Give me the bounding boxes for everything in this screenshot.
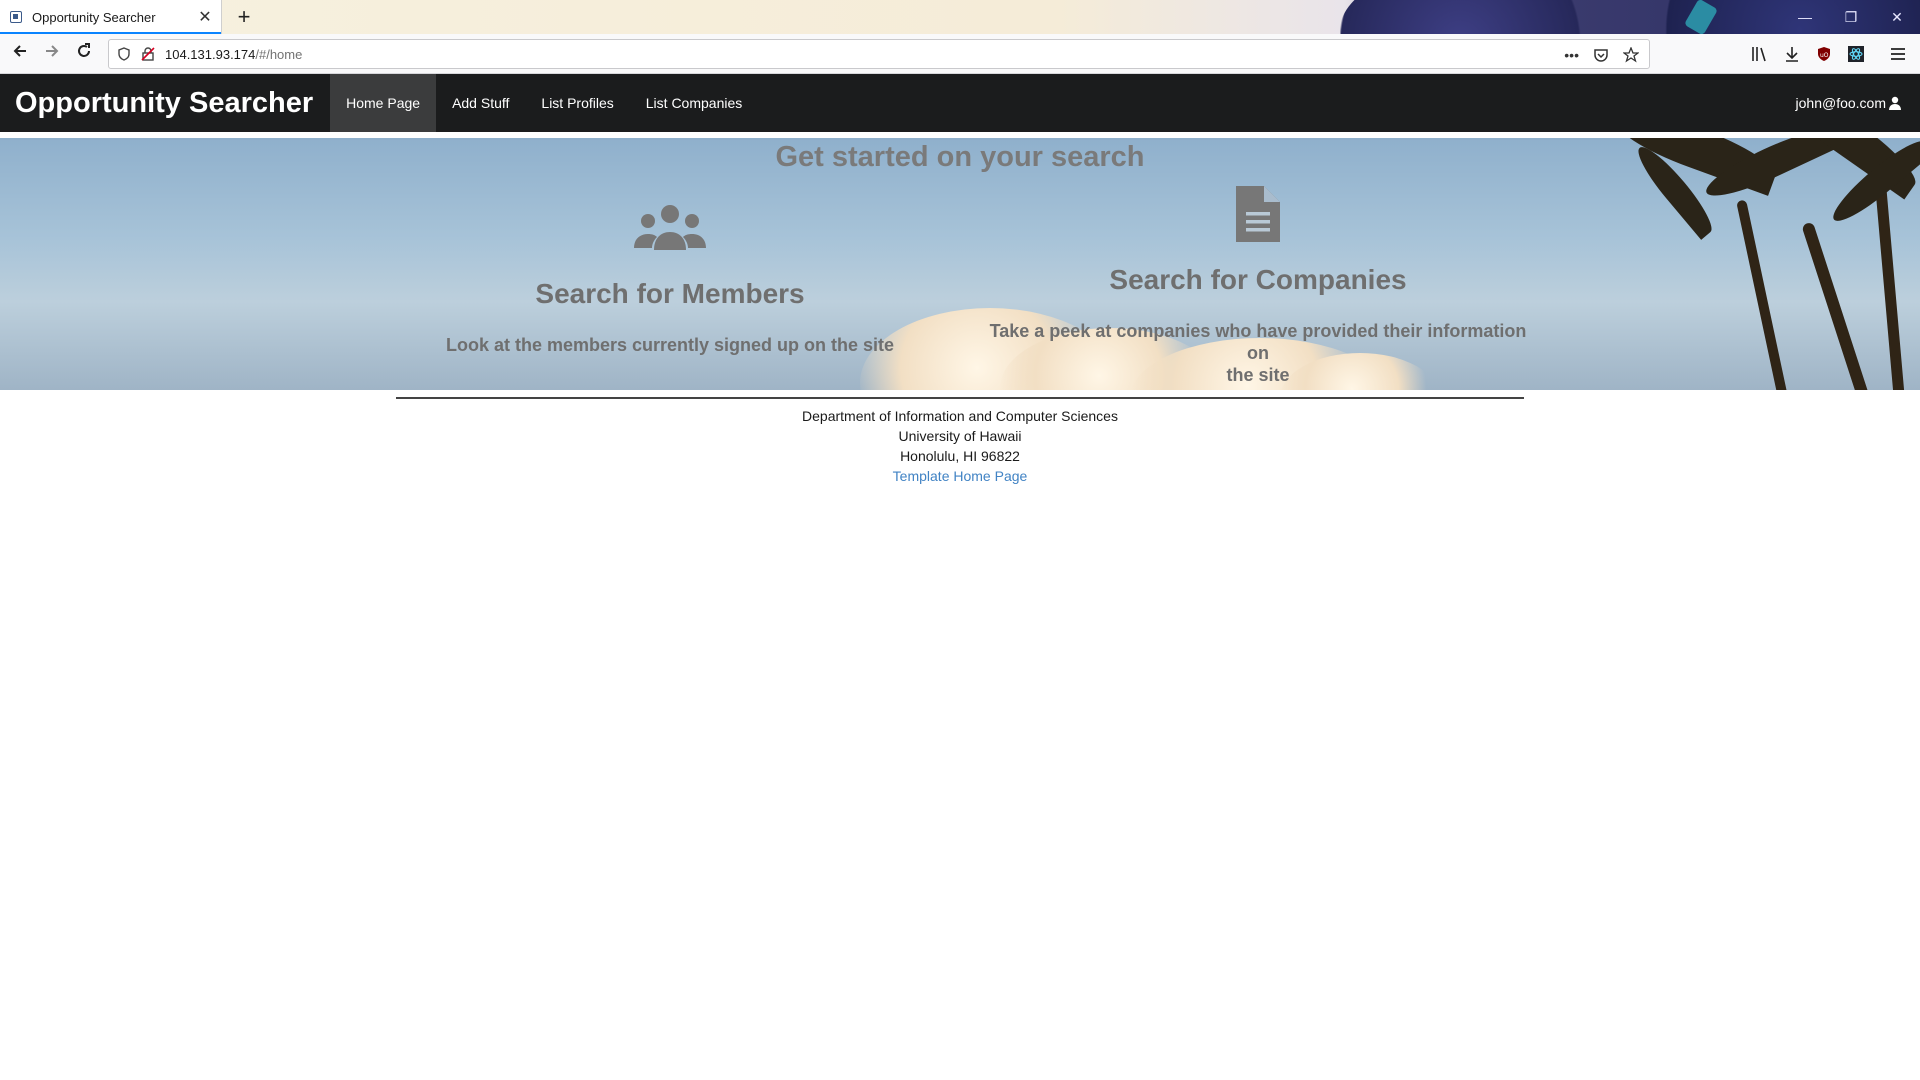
address-bar[interactable]: 104.131.93.174/#/home ••• [108, 39, 1650, 69]
tab-close-icon[interactable]: ✕ [195, 7, 215, 27]
browser-tab[interactable]: Opportunity Searcher ✕ [0, 0, 222, 34]
palm-tree [1874, 177, 1907, 390]
new-tab-button[interactable]: + [230, 3, 258, 31]
insecure-lock-icon[interactable] [141, 47, 155, 61]
companies-description-line1: Take a peek at companies who have provid… [989, 321, 1527, 363]
minimize-button[interactable]: — [1782, 0, 1828, 34]
pocket-icon[interactable] [1593, 47, 1609, 63]
hero-banner: Get started on your search Search for Me… [0, 138, 1920, 390]
restore-button[interactable]: ❐ [1828, 0, 1874, 34]
footer-address: Honolulu, HI 96822 [900, 448, 1020, 464]
companies-heading: Search for Companies [1109, 264, 1407, 295]
browser-tab-bar: Opportunity Searcher ✕ + — ❐ ✕ [0, 0, 1920, 34]
members-description: Look at the members currently signed up … [445, 335, 895, 355]
close-window-button[interactable]: ✕ [1874, 0, 1920, 34]
ublock-icon[interactable]: uO [1814, 44, 1834, 64]
tab-title: Opportunity Searcher [32, 9, 156, 25]
nav-list-profiles[interactable]: List Profiles [525, 74, 629, 132]
nav-add-stuff[interactable]: Add Stuff [436, 74, 525, 132]
user-dropdown[interactable]: john@foo.com [1796, 74, 1920, 132]
footer: Department of Information and Computer S… [0, 406, 1920, 486]
library-icon[interactable] [1750, 44, 1770, 64]
back-arrow-icon [13, 45, 26, 57]
file-text-icon [1236, 186, 1280, 242]
forward-arrow-icon [46, 45, 59, 57]
hero-title: Get started on your search [775, 141, 1145, 173]
members-card[interactable]: Search for Members Look at the members c… [430, 204, 910, 356]
companies-description-line2: the site [1226, 365, 1290, 385]
forward-button[interactable] [38, 40, 66, 68]
user-icon [1889, 96, 1901, 110]
svg-text:uO: uO [1820, 52, 1829, 59]
favicon-icon [10, 11, 22, 23]
url-path: /#/home [255, 46, 303, 62]
page-actions-icon[interactable]: ••• [1564, 47, 1579, 63]
app-navbar: Opportunity Searcher Home Page Add Stuff… [0, 74, 1920, 132]
reload-button[interactable] [70, 40, 98, 68]
palm-tree [1736, 199, 1794, 390]
url-host: 104.131.93.174 [165, 46, 256, 62]
theme-decoration [1340, 0, 1640, 34]
react-devtools-icon[interactable] [1846, 44, 1866, 64]
download-icon[interactable] [1782, 44, 1802, 64]
browser-toolbar: 104.131.93.174/#/home ••• uO [0, 34, 1920, 74]
footer-department: Department of Information and Computer S… [802, 408, 1118, 424]
footer-university: University of Hawaii [898, 428, 1022, 444]
members-heading: Search for Members [535, 278, 805, 309]
nav-list-companies[interactable]: List Companies [630, 74, 759, 132]
users-icon [634, 205, 706, 250]
bookmark-star-icon[interactable] [1623, 47, 1639, 63]
back-button[interactable] [6, 40, 34, 68]
template-home-link[interactable]: Template Home Page [893, 468, 1028, 484]
user-email: john@foo.com [1795, 95, 1886, 111]
shield-icon[interactable] [117, 47, 131, 61]
brand-logo[interactable]: Opportunity Searcher [0, 74, 330, 132]
footer-divider [396, 397, 1524, 399]
palm-tree [1801, 221, 1881, 390]
companies-card[interactable]: Search for Companies Take a peek at comp… [978, 186, 1538, 386]
reload-icon [78, 43, 90, 57]
hamburger-menu-icon[interactable] [1888, 44, 1908, 64]
nav-home-page[interactable]: Home Page [330, 74, 437, 132]
